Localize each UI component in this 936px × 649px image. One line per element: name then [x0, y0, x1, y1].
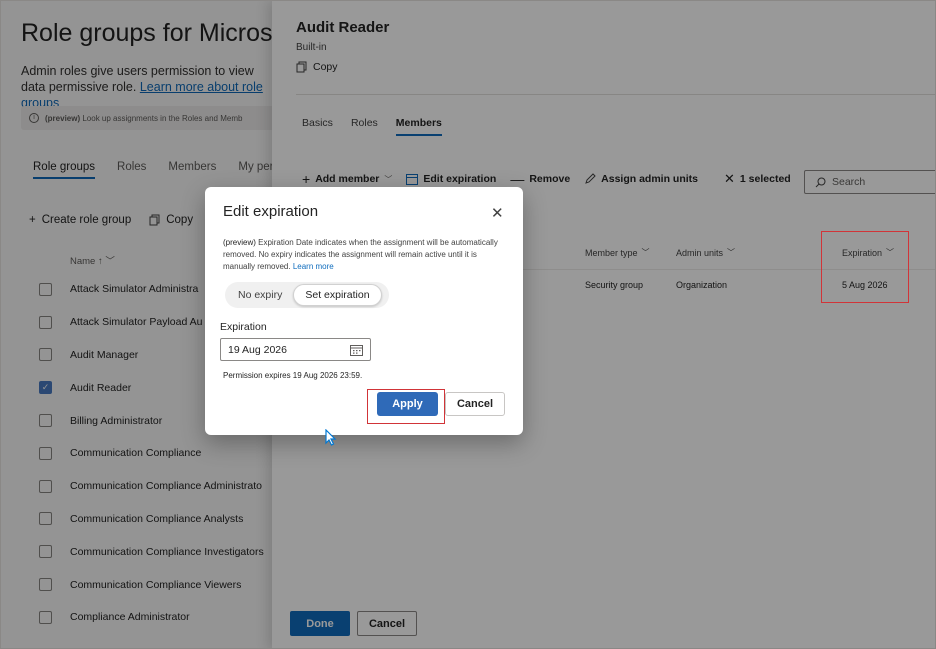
- no-expiry-option[interactable]: No expiry: [227, 284, 293, 306]
- set-expiration-option[interactable]: Set expiration: [293, 284, 382, 306]
- dialog-preview-label: (preview): [223, 238, 256, 247]
- expiration-date-value: 19 Aug 2026: [228, 343, 287, 356]
- permission-expiry-note: Permission expires 19 Aug 2026 23:59.: [223, 371, 363, 380]
- calendar-icon[interactable]: [350, 344, 363, 356]
- app-frame: Role groups for Micros Admin roles give …: [0, 0, 936, 649]
- dialog-cancel-button[interactable]: Cancel: [445, 392, 505, 416]
- mouse-cursor-icon: [325, 429, 337, 446]
- dialog-description-text: Expiration Date indicates when the assig…: [223, 238, 498, 271]
- dialog-title: Edit expiration: [223, 203, 319, 220]
- close-icon[interactable]: ✕: [491, 204, 504, 222]
- expiration-field-label: Expiration: [220, 321, 267, 333]
- dialog-description: (preview) Expiration Date indicates when…: [223, 237, 501, 273]
- learn-more-link[interactable]: Learn more: [293, 262, 334, 271]
- apply-button[interactable]: Apply: [377, 392, 438, 416]
- edit-expiration-dialog: Edit expiration ✕ (preview) Expiration D…: [205, 187, 523, 435]
- expiry-toggle: No expiry Set expiration: [225, 282, 389, 308]
- expiration-date-field[interactable]: 19 Aug 2026: [220, 338, 371, 361]
